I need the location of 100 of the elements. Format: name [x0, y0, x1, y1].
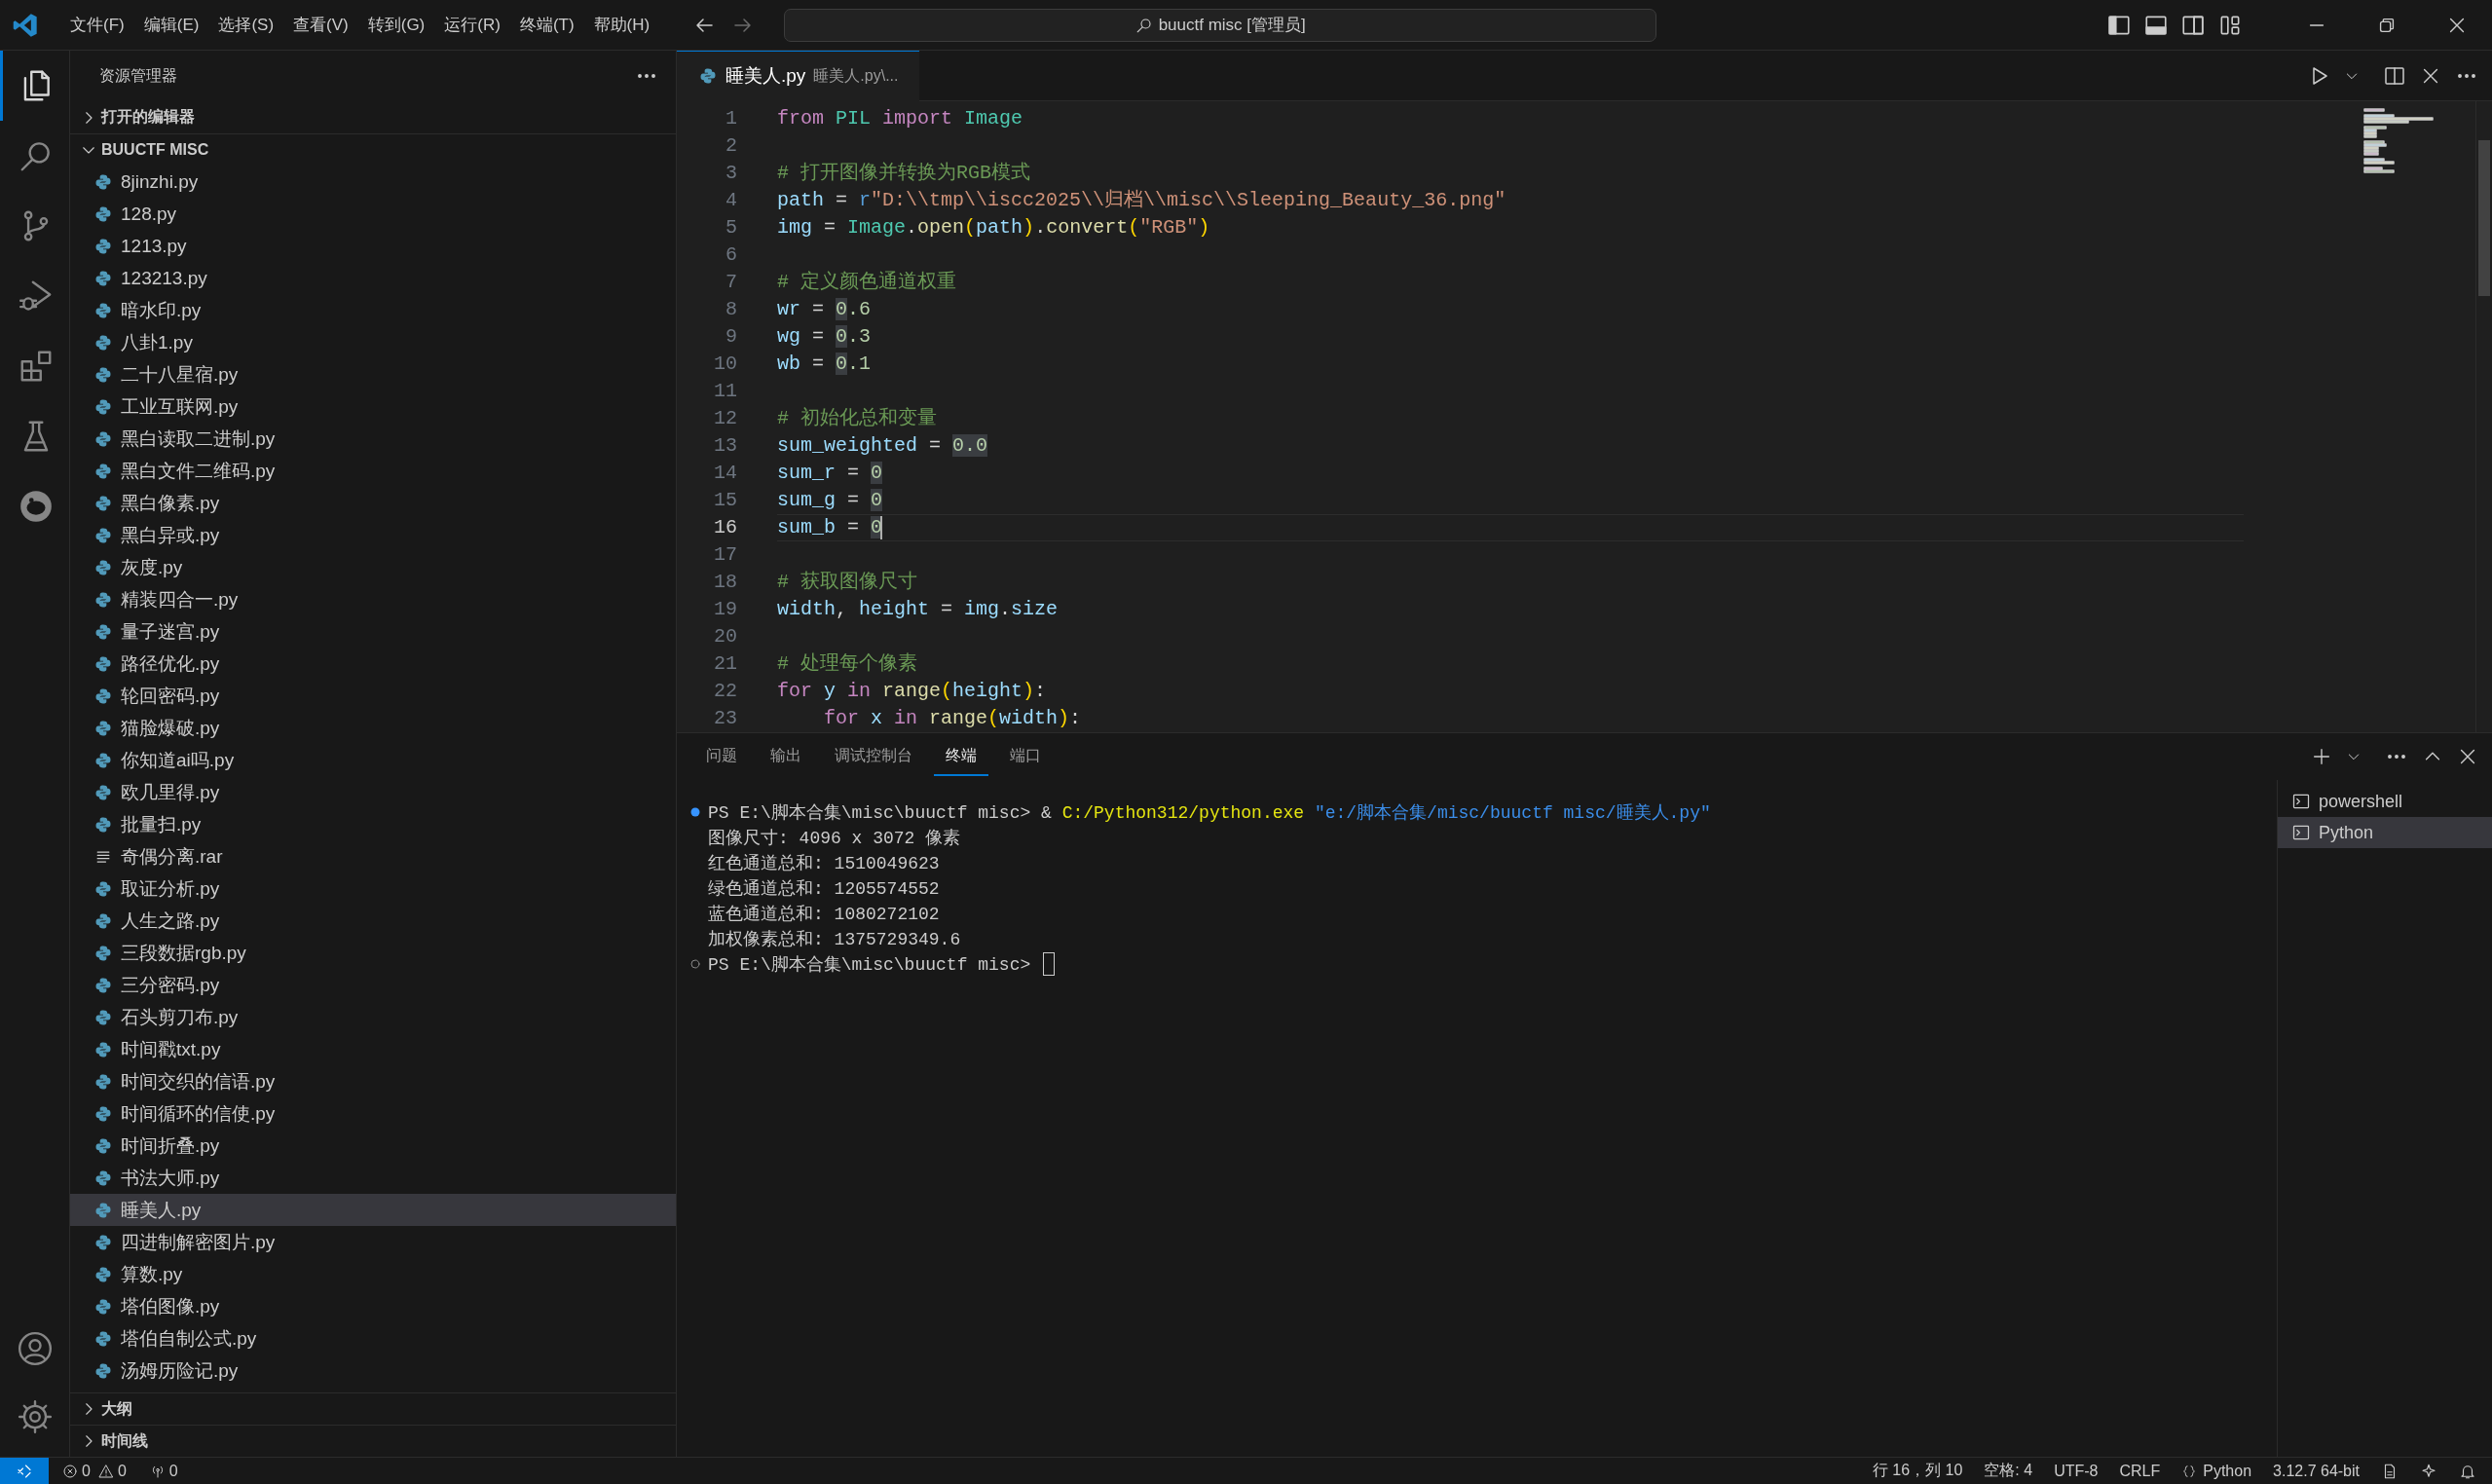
- command-center[interactable]: buuctf misc [管理员]: [784, 8, 1657, 42]
- file-item[interactable]: 灰度.py: [70, 551, 676, 583]
- line-number: 7: [725, 270, 737, 295]
- warning-count[interactable]: 0: [117, 1462, 127, 1480]
- file-item[interactable]: 1213.py: [70, 230, 676, 262]
- terminal-item[interactable]: powershell: [2278, 786, 2492, 817]
- file-item[interactable]: 黑白读取二进制.py: [70, 423, 676, 455]
- code-line: # 打开图像并转换为RGB模式: [777, 162, 1030, 185]
- remote-button[interactable]: [0, 1458, 49, 1484]
- code-line: img = Image.open(path).convert("RGB"): [777, 216, 1210, 240]
- warning-icon: [97, 1463, 114, 1479]
- menu-item[interactable]: 终端(T): [509, 8, 584, 42]
- panel-tab[interactable]: 终端: [934, 737, 988, 776]
- terminal-line: PS E:\脚本合集\misc\buuctf misc> & C:/Python312/python.exe "e:/脚本合集/misc/buuctf misc/睡美人.py": [708, 802, 1711, 824]
- file-item[interactable]: 塔伯自制公式.py: [70, 1322, 676, 1354]
- file-item[interactable]: 黑白文件二维码.py: [70, 455, 676, 487]
- remote-icon: [16, 1462, 33, 1480]
- panel-tab[interactable]: 端口: [998, 737, 1053, 776]
- file-item[interactable]: 批量扫.py: [70, 808, 676, 840]
- code-line: # 获取图像尺寸: [777, 571, 917, 594]
- file-item[interactable]: 塔伯图像.py: [70, 1290, 676, 1322]
- menu-item[interactable]: 选择(S): [208, 8, 284, 42]
- menu-item[interactable]: 运行(R): [434, 8, 510, 42]
- section-header[interactable]: BUUCTF MISC: [70, 133, 676, 166]
- file-item[interactable]: 精装四合一.py: [70, 583, 676, 615]
- editor-tab[interactable]: 睡美人.py 睡美人.py\...: [677, 50, 920, 101]
- scrollbar-thumb[interactable]: [2478, 140, 2490, 296]
- file-item[interactable]: 工业互联网.py: [70, 390, 676, 423]
- menu-item[interactable]: 帮助(H): [583, 8, 660, 42]
- code-line: sum_r = 0: [777, 462, 883, 485]
- terminal-line: 图像尺寸: 4096 x 3072 像素: [708, 828, 961, 849]
- file-item[interactable]: 128.py: [70, 198, 676, 230]
- line-number: 17: [713, 542, 737, 568]
- menu-item[interactable]: 转到(G): [357, 8, 435, 42]
- file-item[interactable]: 时间循环的信使.py: [70, 1097, 676, 1130]
- line-number: 19: [713, 597, 737, 622]
- file-item[interactable]: 二十八星宿.py: [70, 358, 676, 390]
- menu-item[interactable]: 查看(V): [283, 8, 358, 42]
- account-icon[interactable]: [16, 1330, 54, 1367]
- code-line: # 初始化总和变量: [777, 407, 937, 430]
- port-count[interactable]: 0: [168, 1462, 178, 1480]
- file-item[interactable]: 时间交织的信语.py: [70, 1065, 676, 1097]
- section-header[interactable]: 打开的编辑器: [70, 101, 676, 133]
- file-item[interactable]: 三分密码.py: [70, 969, 676, 1001]
- error-icon: [62, 1463, 78, 1479]
- language-mode[interactable]: Python: [2203, 1462, 2252, 1480]
- sparkle-icon[interactable]: [2420, 1462, 2437, 1480]
- file-item[interactable]: 路径优化.py: [70, 648, 676, 680]
- file-item[interactable]: 黑白像素.py: [70, 487, 676, 519]
- line-number: 21: [713, 651, 737, 677]
- plus-icon[interactable]: [2311, 746, 2332, 767]
- line-number: 4: [725, 188, 737, 213]
- terminal-item[interactable]: Python: [2278, 817, 2492, 848]
- panel-title: 资源管理器: [99, 65, 178, 86]
- error-count[interactable]: 0: [82, 1462, 91, 1480]
- panel-tab[interactable]: 调试控制台: [823, 737, 924, 776]
- file-item[interactable]: 八卦1.py: [70, 326, 676, 358]
- file-item[interactable]: 欧几里得.py: [70, 776, 676, 808]
- braces-icon: [2181, 1463, 2198, 1479]
- file-item[interactable]: 量子迷宫.py: [70, 615, 676, 648]
- file-item[interactable]: 暗水印.py: [70, 294, 676, 326]
- file-item[interactable]: 三段数据rgb.py: [70, 937, 676, 969]
- file-item[interactable]: 你知道ai吗.py: [70, 744, 676, 776]
- terminal-line: PS E:\脚本合集\misc\buuctf misc>: [708, 954, 1032, 976]
- panel-tab[interactable]: 问题: [694, 737, 749, 776]
- panel-tab[interactable]: 输出: [759, 737, 813, 776]
- line-number: 3: [725, 161, 737, 186]
- file-item[interactable]: 奇偶分离.rar: [70, 840, 676, 872]
- python-interpreter[interactable]: 3.12.7 64-bit: [2273, 1462, 2360, 1480]
- menu-item[interactable]: 编辑(E): [133, 8, 209, 42]
- file-item[interactable]: 123213.py: [70, 262, 676, 294]
- file-item[interactable]: 汤姆历险记.py: [70, 1354, 676, 1387]
- code-line: wb = 0.1: [777, 352, 872, 376]
- file-item[interactable]: 算数.py: [70, 1258, 676, 1290]
- file-item[interactable]: 时间戳txt.py: [70, 1033, 676, 1065]
- line-number: 13: [713, 433, 737, 459]
- file-item[interactable]: 书法大师.py: [70, 1162, 676, 1194]
- file-item[interactable]: 黑白异或.py: [70, 519, 676, 551]
- file-item[interactable]: 轮回密码.py: [70, 680, 676, 712]
- section-header[interactable]: 大纲: [70, 1392, 676, 1425]
- line-ending[interactable]: CRLF: [2119, 1462, 2161, 1480]
- terminal-icon: [2291, 823, 2311, 842]
- file-item[interactable]: 睡美人.py: [70, 1194, 676, 1226]
- code-line: sum_weighted = 0.0: [777, 434, 988, 458]
- file-item[interactable]: 四进制解密图片.py: [70, 1226, 676, 1258]
- file-item[interactable]: 8jinzhi.py: [70, 166, 676, 198]
- indentation[interactable]: 空格: 4: [1984, 1461, 2033, 1481]
- line-number: 8: [725, 297, 737, 322]
- code-line: wg = 0.3: [777, 325, 872, 349]
- file-item[interactable]: 人生之路.py: [70, 905, 676, 937]
- file-item[interactable]: 猫脸爆破.py: [70, 712, 676, 744]
- settings-icon[interactable]: [16, 1398, 54, 1435]
- terminal-line: 绿色通道总和: 1205574552: [708, 878, 940, 900]
- menu-item[interactable]: 文件(F): [60, 8, 134, 42]
- terminal-line: 加权像素总和: 1375729349.6: [708, 929, 961, 950]
- file-item[interactable]: 时间折叠.py: [70, 1130, 676, 1162]
- encoding[interactable]: UTF-8: [2054, 1462, 2099, 1480]
- file-item[interactable]: 石头剪刀布.py: [70, 1001, 676, 1033]
- cursor-position[interactable]: 行 16，列 10: [1872, 1461, 1963, 1481]
- file-item[interactable]: 取证分析.py: [70, 872, 676, 905]
